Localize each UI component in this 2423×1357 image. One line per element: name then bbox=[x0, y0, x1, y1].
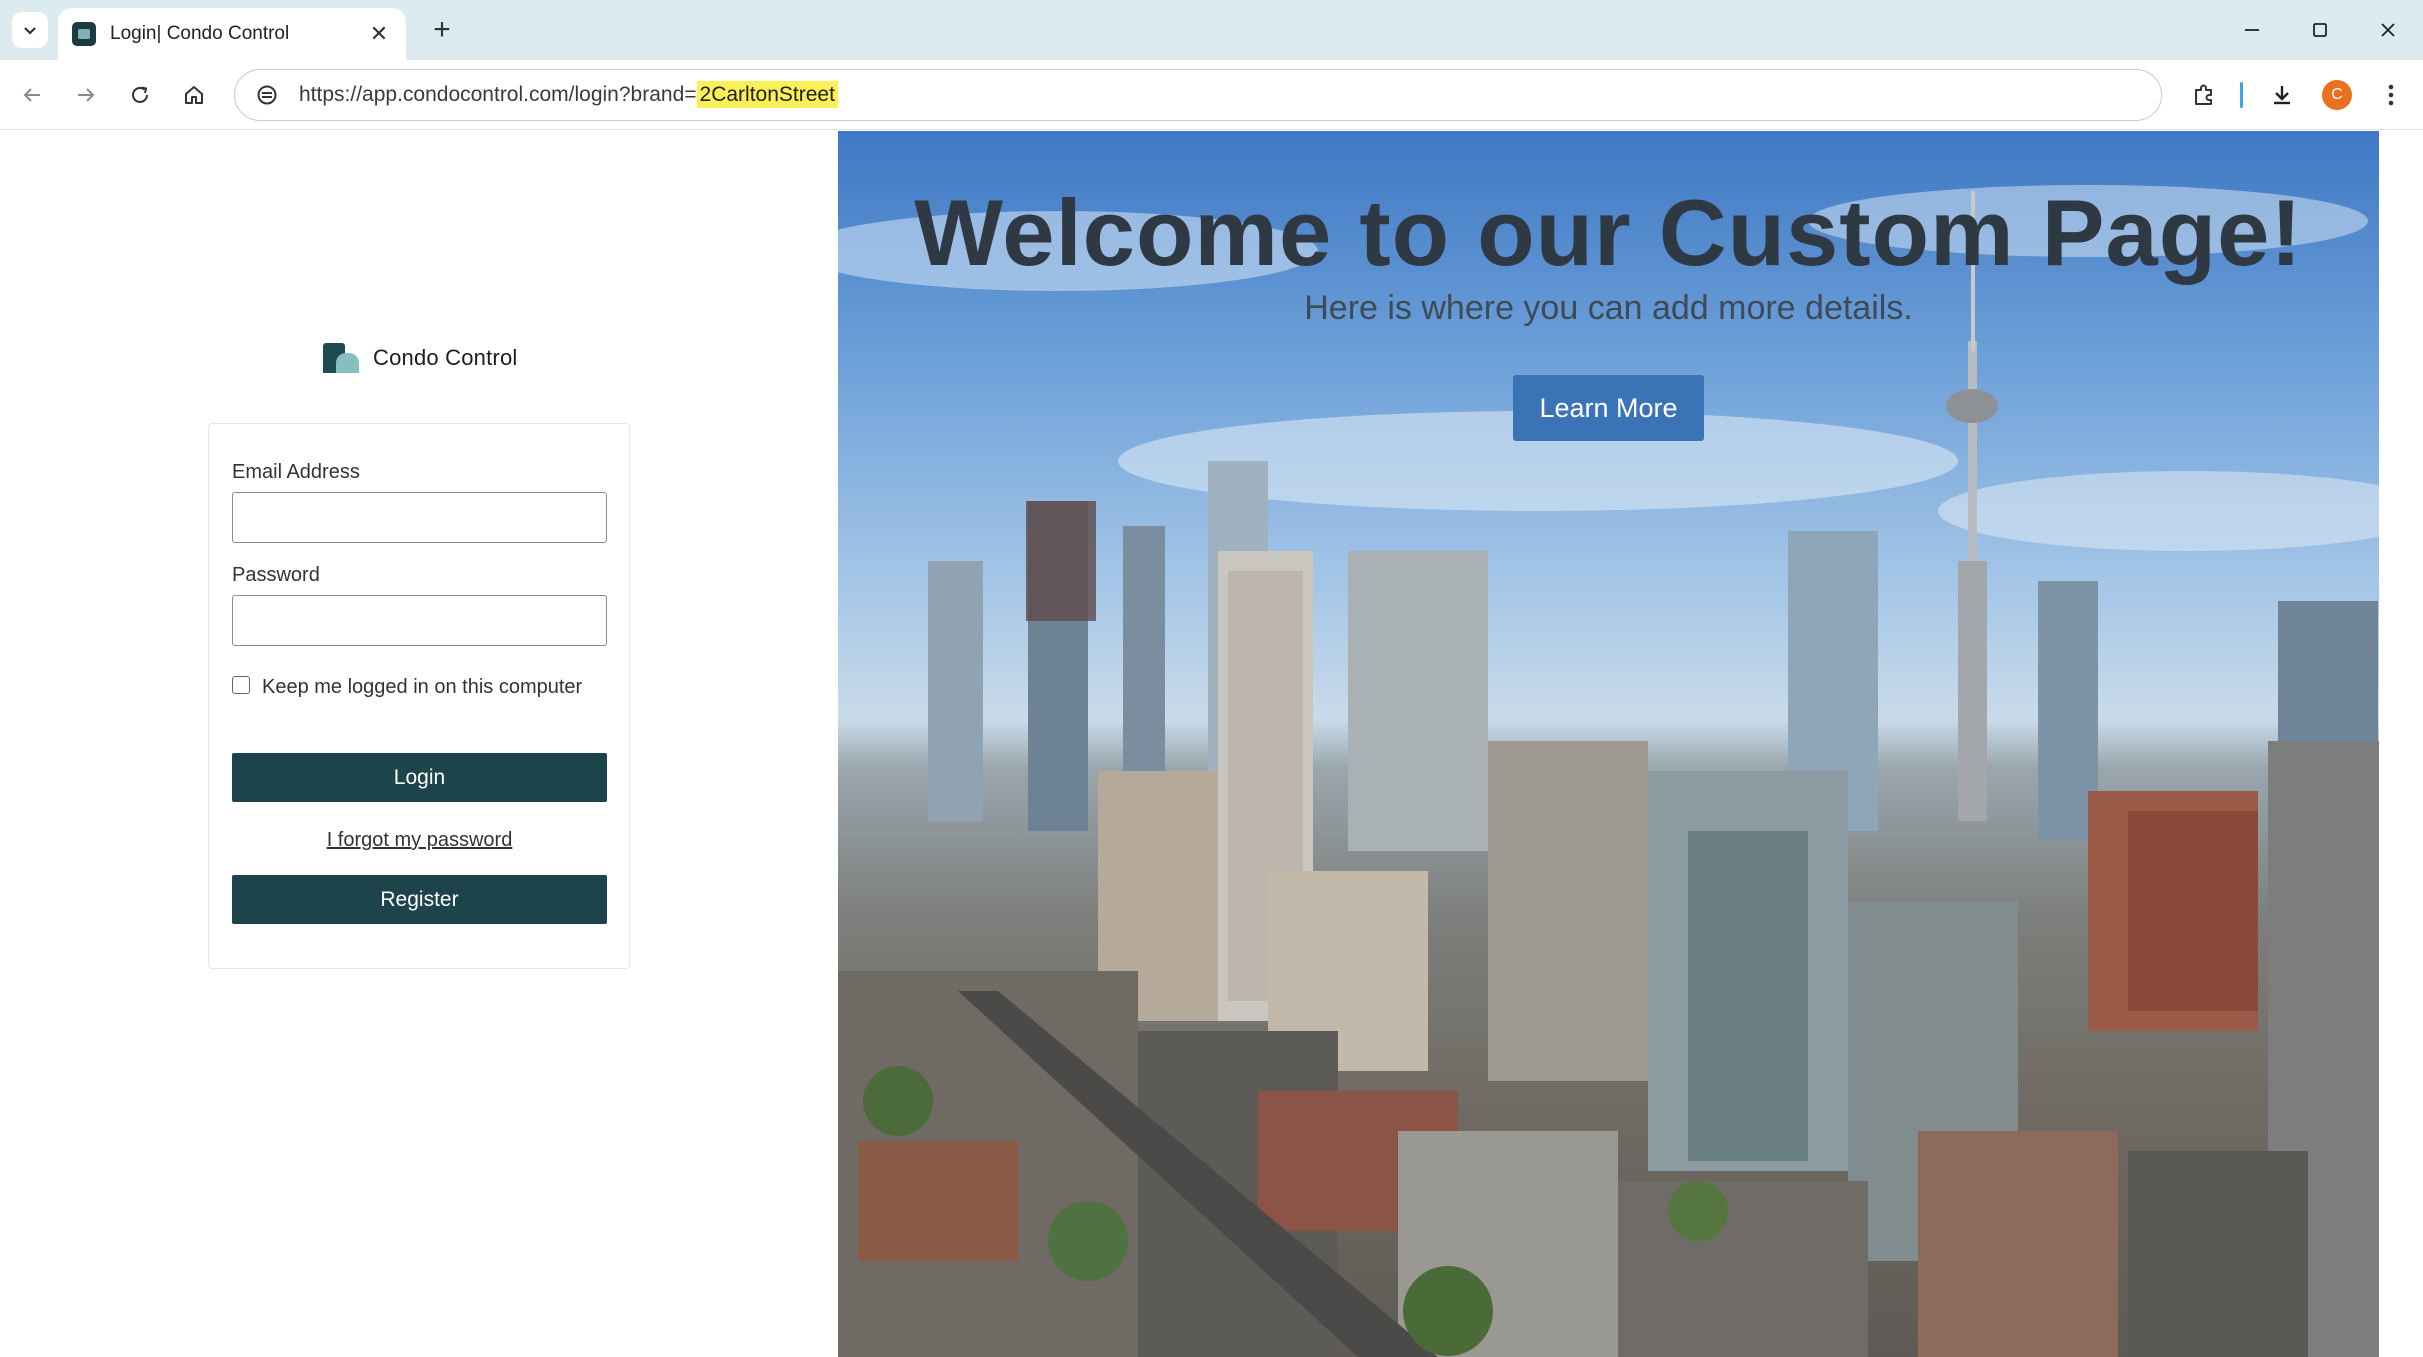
brand-header: Condo Control bbox=[323, 343, 517, 373]
hero-subtitle: Here is where you can add more details. bbox=[1304, 289, 1913, 327]
login-card: Email Address Password Keep me logged in… bbox=[208, 423, 630, 969]
plus-icon[interactable]: + bbox=[424, 12, 460, 48]
password-label: Password bbox=[232, 564, 320, 586]
browser-toolbar: https://app.condocontrol.com/login?brand… bbox=[0, 60, 2423, 130]
hero-city-image: Welcome to our Custom Page! Here is wher… bbox=[838, 131, 2379, 1357]
close-icon[interactable]: ✕ bbox=[366, 21, 392, 47]
close-window-icon[interactable] bbox=[2360, 10, 2416, 50]
browser-tab-bar: Login| Condo Control ✕ + bbox=[0, 0, 2423, 60]
url-prefix: https://app.condocontrol.com/login?brand… bbox=[299, 83, 697, 106]
condo-control-logo-icon bbox=[323, 343, 359, 373]
login-page: Condo Control Email Address Password Kee… bbox=[0, 131, 2423, 1357]
arrow-right-icon[interactable] bbox=[66, 75, 106, 115]
toolbar-separator bbox=[2240, 82, 2243, 108]
learn-more-button[interactable]: Learn More bbox=[1513, 375, 1704, 441]
address-bar[interactable]: https://app.condocontrol.com/login?brand… bbox=[234, 69, 2162, 121]
forgot-password-link[interactable]: I forgot my password bbox=[232, 829, 607, 852]
url-highlight: 2CarltonStreet bbox=[696, 81, 838, 108]
keep-logged-in-row: Keep me logged in on this computer bbox=[232, 672, 607, 702]
email-label: Email Address bbox=[232, 461, 360, 483]
tab-search-button[interactable] bbox=[12, 12, 48, 48]
home-icon[interactable] bbox=[174, 75, 214, 115]
site-info-icon[interactable] bbox=[253, 81, 281, 109]
keep-logged-in-checkbox[interactable] bbox=[232, 676, 250, 694]
login-button[interactable]: Login bbox=[232, 753, 607, 802]
minimize-icon[interactable] bbox=[2224, 10, 2280, 50]
download-icon[interactable] bbox=[2262, 75, 2302, 115]
url-text: https://app.condocontrol.com/login?brand… bbox=[299, 81, 838, 108]
avatar-letter: C bbox=[2322, 80, 2352, 110]
tab-title: Login| Condo Control bbox=[110, 23, 290, 44]
hero-title: Welcome to our Custom Page! bbox=[914, 180, 2303, 285]
register-button[interactable]: Register bbox=[232, 875, 607, 924]
brand-name: Condo Control bbox=[373, 345, 518, 370]
password-field[interactable] bbox=[232, 595, 607, 646]
arrow-left-icon[interactable] bbox=[12, 75, 52, 115]
browser-tab-active[interactable]: Login| Condo Control ✕ bbox=[58, 8, 406, 60]
condo-control-favicon bbox=[72, 22, 96, 46]
kebab-menu-icon[interactable] bbox=[2371, 75, 2411, 115]
keep-logged-in-label[interactable]: Keep me logged in on this computer bbox=[262, 672, 582, 702]
chevron-down-icon bbox=[24, 27, 36, 35]
profile-avatar[interactable]: C bbox=[2317, 75, 2357, 115]
maximize-icon[interactable] bbox=[2292, 10, 2348, 50]
email-field[interactable] bbox=[232, 492, 607, 543]
reload-icon[interactable] bbox=[120, 75, 160, 115]
puzzle-icon[interactable] bbox=[2184, 75, 2224, 115]
